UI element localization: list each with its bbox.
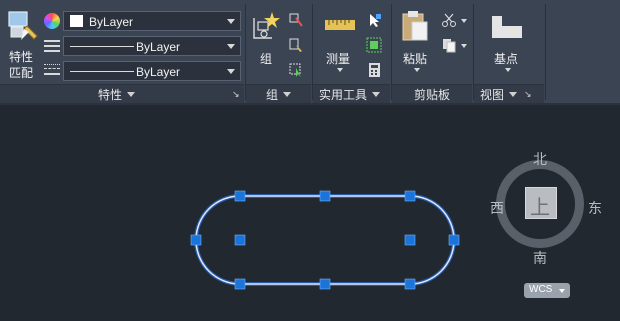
linetype-dropdown[interactable]: ByLayer [63, 36, 241, 56]
group-group-footer[interactable]: 组 [246, 84, 311, 104]
compass-east[interactable]: 东 [588, 198, 602, 218]
cut-icon[interactable] [441, 12, 457, 28]
compass-south[interactable]: 南 [533, 248, 547, 268]
properties-group: 特性 匹配 ByLayer ByLayer ByLayer 特性 ↘ [0, 0, 244, 104]
grip-handle [234, 190, 246, 202]
properties-group-footer[interactable]: 特性 ↘ [0, 84, 244, 104]
viewcube[interactable]: 上 北 南 东 西 [488, 147, 606, 269]
viewcube-top-face[interactable]: 上 [525, 187, 557, 219]
copy-icon[interactable] [441, 37, 457, 53]
select-all-icon[interactable] [366, 37, 382, 53]
ribbon-bottom-gap [0, 103, 620, 131]
linetype-icon[interactable] [44, 39, 60, 53]
group-edit-icon[interactable] [288, 37, 304, 53]
match-properties-label-2: 匹配 [9, 66, 34, 80]
chevron-down-icon [414, 68, 420, 72]
utilities-group-footer[interactable]: 实用工具 [313, 84, 390, 104]
clipboard-group-title: 剪贴板 [414, 88, 451, 102]
match-properties-icon [8, 11, 38, 40]
linetype-preview [70, 46, 134, 47]
properties-group-title: 特性 [98, 86, 136, 103]
group-icon [253, 12, 280, 39]
color-swatch [70, 15, 83, 27]
dialog-launcher-icon[interactable]: ↘ [232, 89, 240, 100]
group-button[interactable]: 组 [250, 10, 282, 70]
lineweight-value: ByLayer [136, 65, 181, 79]
utilities-group: 测量 实用工具 [313, 0, 390, 104]
chevron-down-icon [559, 289, 565, 293]
calculator-icon[interactable] [366, 62, 382, 78]
paste-icon [402, 11, 428, 41]
viewcube-top-label: 上 [530, 197, 550, 219]
grip-handle [404, 190, 416, 202]
copy-dropdown-arrow[interactable] [461, 44, 467, 48]
grip-handle [448, 234, 460, 246]
lineweight-preview [70, 71, 134, 72]
ribbon-bottom-border [0, 103, 620, 105]
group-group-title: 组 [266, 86, 292, 103]
base-point-label: 基点 [494, 52, 519, 66]
ribbon-panel: 特性 匹配 ByLayer ByLayer ByLayer 特性 ↘ 组 组 测… [0, 0, 620, 104]
lineweight-dropdown[interactable]: ByLayer [63, 61, 241, 81]
clipboard-group-footer[interactable]: 剪贴板 [392, 84, 472, 104]
chevron-down-icon [337, 68, 343, 72]
color-value: ByLayer [89, 15, 134, 29]
chevron-down-icon [227, 19, 235, 24]
compass-west[interactable]: 西 [490, 198, 504, 218]
view-group: 基点 视图 ↘ [474, 0, 544, 104]
cut-dropdown-arrow[interactable] [461, 19, 467, 23]
grip-handle [234, 234, 246, 246]
base-point-button[interactable]: 基点 [488, 10, 528, 76]
quick-select-icon[interactable] [366, 12, 382, 28]
chevron-down-icon [509, 92, 518, 97]
wcs-label: WCS [529, 284, 553, 295]
utilities-title-text: 实用工具 [319, 88, 368, 102]
group-button-label: 组 [260, 52, 273, 66]
group-select-icon[interactable] [288, 62, 304, 78]
view-title-text: 视图 [480, 88, 505, 102]
grip-handle [319, 278, 331, 290]
view-group-title: 视图 [480, 86, 518, 103]
dialog-launcher-icon[interactable]: ↘ [524, 89, 532, 100]
color-dropdown[interactable]: ByLayer [63, 11, 241, 31]
chevron-down-icon [283, 92, 292, 97]
ungroup-icon[interactable] [288, 12, 304, 28]
group-group: 组 组 [246, 0, 311, 104]
utilities-group-title: 实用工具 [319, 86, 381, 103]
chevron-down-icon [227, 69, 235, 74]
measure-button[interactable]: 测量 [321, 10, 359, 76]
grip-handle [404, 234, 416, 246]
match-properties-label-1: 特性 [9, 50, 34, 64]
paste-button[interactable]: 粘贴 [398, 10, 434, 76]
view-group-footer[interactable]: 视图 ↘ [474, 84, 544, 104]
chevron-down-icon [227, 44, 235, 49]
group-title-text: 组 [266, 88, 279, 102]
measure-label: 测量 [326, 52, 351, 66]
measure-icon [325, 20, 355, 30]
group-divider [545, 4, 546, 100]
base-point-icon [492, 16, 522, 38]
lineweight-icon[interactable] [44, 63, 60, 77]
chevron-down-icon [372, 92, 381, 97]
grip-handle [190, 234, 202, 246]
match-properties-button[interactable]: 特性 匹配 [4, 10, 40, 82]
paste-label: 粘贴 [403, 52, 428, 66]
grip-handle [234, 278, 246, 290]
chevron-down-icon [127, 92, 136, 97]
properties-title-text: 特性 [98, 88, 123, 102]
color-wheel-icon[interactable] [44, 13, 60, 29]
clipboard-group: 粘贴 剪贴板 [392, 0, 472, 104]
grip-handle [319, 190, 331, 202]
wcs-menu-button[interactable]: WCS [524, 283, 570, 298]
compass-north[interactable]: 北 [533, 149, 547, 169]
linetype-value: ByLayer [136, 40, 181, 54]
chevron-down-icon [505, 68, 511, 72]
grip-handle [404, 278, 416, 290]
